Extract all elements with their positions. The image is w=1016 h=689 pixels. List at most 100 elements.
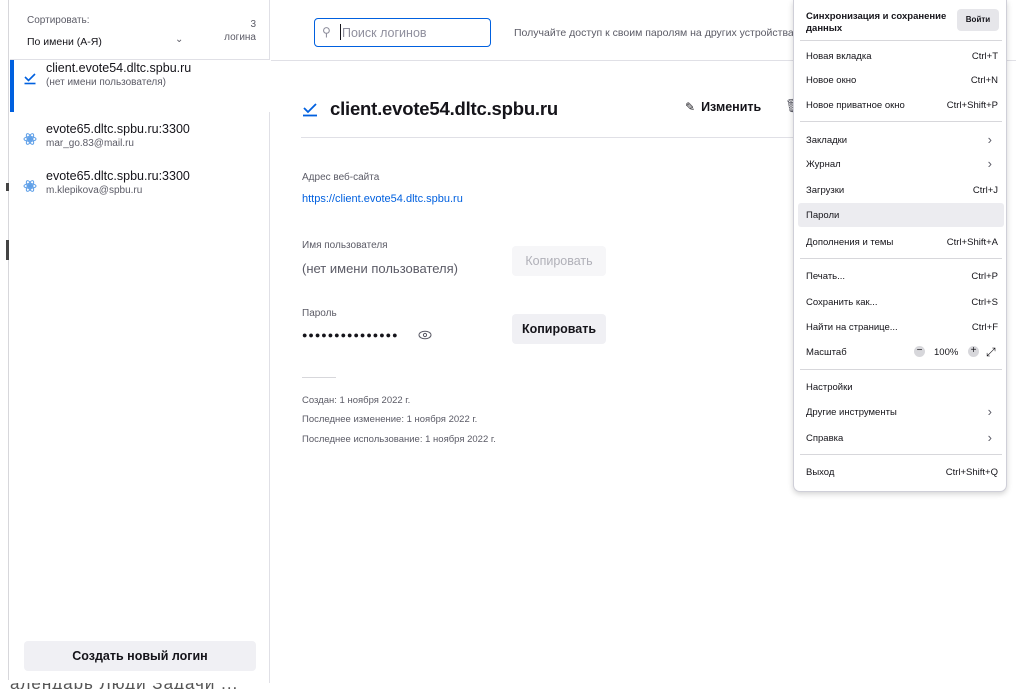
search-icon: ⚲ — [322, 25, 331, 39]
chevron-right-icon: › — [987, 430, 992, 445]
login-item-title: evote65.dltc.spbu.ru:3300 — [46, 122, 190, 136]
sort-select[interactable]: По имени (А-Я) — [27, 36, 102, 48]
menu-item-save-as[interactable]: Сохранить как... Ctrl+S — [798, 290, 1004, 314]
globe-icon — [23, 180, 37, 192]
sync-promo-text[interactable]: Получайте доступ к своим паролям на друг… — [514, 27, 799, 39]
menu-item-print[interactable]: Печать... Ctrl+P — [798, 264, 1004, 288]
login-item-username: m.klepikova@spbu.ru — [46, 185, 143, 196]
modified-date: Последнее изменение: 1 ноября 2022 г. — [302, 414, 478, 425]
password-label: Пароль — [302, 308, 337, 319]
search-placeholder: Поиск логинов — [342, 26, 427, 40]
eye-icon[interactable] — [418, 330, 432, 340]
login-list-item[interactable]: client.evote54.dltc.spbu.ru (нет имени п… — [10, 60, 270, 112]
menu-item-addons[interactable]: Дополнения и темы Ctrl+Shift+A — [798, 230, 1004, 254]
menu-item-shortcut: Ctrl+Shift+P — [946, 100, 998, 111]
menu-item-label: Другие инструменты — [806, 407, 897, 418]
menu-item-shortcut: Ctrl+P — [971, 271, 998, 282]
menu-item-passwords[interactable]: Пароли — [798, 203, 1004, 227]
menu-item-label: Дополнения и темы — [806, 237, 894, 248]
edit-button[interactable]: ✎ Изменить — [685, 100, 761, 114]
menu-item-label: Настройки — [806, 382, 853, 393]
login-item-username: (нет имени пользователя) — [46, 77, 167, 88]
chevron-down-icon: ⌄ — [175, 34, 184, 45]
menu-item-zoom: Масштаб − 100% + ⤢ — [798, 340, 1004, 364]
fullscreen-icon[interactable]: ⤢ — [986, 345, 996, 360]
menu-item-shortcut: Ctrl+J — [972, 185, 998, 196]
menu-separator — [800, 121, 1002, 122]
menu-separator — [800, 40, 1002, 41]
menu-separator — [800, 454, 1002, 455]
zoom-level[interactable]: 100% — [934, 347, 958, 358]
chevron-right-icon: › — [987, 156, 992, 171]
menu-item-label: Сохранить как... — [806, 297, 878, 308]
menu-item-shortcut: Ctrl+S — [971, 297, 998, 308]
pencil-icon: ✎ — [685, 100, 696, 114]
menu-item-label: Выход — [806, 467, 835, 478]
sync-title: Синхронизация и сохранение данных — [806, 11, 946, 35]
username-value: (нет имени пользователя) — [302, 261, 459, 276]
search-input[interactable]: ⚲ Поиск логинов — [314, 18, 491, 47]
menu-item-label: Печать... — [806, 271, 846, 282]
login-title: client.evote54.dltc.spbu.ru — [330, 98, 558, 119]
login-list-item[interactable]: evote65.dltc.spbu.ru:3300 m.klepikova@sp… — [10, 168, 270, 220]
password-value: ●●●●●●●●●●●●●●● — [302, 330, 399, 340]
login-count-word: логина — [224, 32, 256, 43]
copy-password-button[interactable]: Копировать — [512, 314, 606, 344]
sort-control[interactable]: Сортировать: По имени (А-Я) ⌄ 3 логина — [10, 0, 270, 60]
key-check-icon — [24, 73, 36, 85]
create-login-button[interactable]: Создать новый логин — [24, 641, 256, 671]
chevron-right-icon: › — [987, 404, 992, 419]
menu-item-shortcut: Ctrl+Shift+A — [946, 237, 998, 248]
globe-icon — [23, 133, 37, 145]
menu-item-quit[interactable]: Выход Ctrl+Shift+Q — [798, 460, 1004, 484]
menu-item-new-tab[interactable]: Новая вкладка Ctrl+T — [798, 44, 1004, 68]
chevron-right-icon: › — [987, 132, 992, 147]
menu-item-label: Пароли — [806, 210, 840, 221]
menu-item-help[interactable]: Справка › — [798, 426, 1004, 450]
menu-item-label: Загрузки — [806, 185, 845, 196]
login-count-number: 3 — [250, 19, 256, 30]
app-menu: Синхронизация и сохранение данных Войти … — [793, 0, 1007, 492]
sync-title-line: данных — [806, 23, 843, 34]
menu-item-label: Справка — [806, 433, 844, 444]
menu-item-history[interactable]: Журнал › — [798, 152, 1004, 176]
menu-item-new-window[interactable]: Новое окно Ctrl+N — [798, 68, 1004, 92]
meta-divider — [302, 377, 336, 378]
key-check-icon — [303, 103, 317, 117]
copy-username-button[interactable]: Копировать — [512, 246, 606, 276]
edge-mark — [6, 183, 9, 191]
login-item-title: evote65.dltc.spbu.ru:3300 — [46, 169, 190, 183]
menu-item-label: Новая вкладка — [806, 51, 872, 62]
zoom-out-button[interactable]: − — [914, 346, 925, 357]
menu-item-shortcut: Ctrl+T — [971, 51, 998, 62]
menu-item-more-tools[interactable]: Другие инструменты › — [798, 400, 1004, 424]
edge-mark — [6, 240, 9, 260]
menu-item-shortcut: Ctrl+F — [971, 322, 998, 333]
menu-item-bookmarks[interactable]: Закладки › — [798, 128, 1004, 152]
website-label: Адрес веб-сайта — [302, 172, 380, 183]
website-link[interactable]: https://client.evote54.dltc.spbu.ru — [302, 193, 463, 205]
menu-item-downloads[interactable]: Загрузки Ctrl+J — [798, 178, 1004, 202]
sync-title-line: Синхронизация и сохранение — [806, 11, 947, 22]
title-divider — [301, 137, 801, 138]
menu-item-private-window[interactable]: Новое приватное окно Ctrl+Shift+P — [798, 93, 1004, 117]
menu-separator — [800, 369, 1002, 370]
menu-separator — [800, 258, 1002, 259]
sign-in-button[interactable]: Войти — [957, 9, 999, 31]
menu-item-label: Масштаб — [806, 347, 847, 358]
menu-item-shortcut: Ctrl+Shift+Q — [945, 467, 998, 478]
login-count: 3 логина — [224, 18, 256, 44]
edit-label: Изменить — [701, 100, 762, 114]
menu-item-label: Новое приватное окно — [806, 100, 905, 111]
menu-item-label: Новое окно — [806, 75, 857, 86]
login-list-item[interactable]: evote65.dltc.spbu.ru:3300 mar_go.83@mail… — [10, 121, 270, 173]
menu-item-shortcut: Ctrl+N — [970, 75, 998, 86]
sort-label: Сортировать: — [27, 15, 90, 26]
created-date: Создан: 1 ноября 2022 г. — [302, 395, 411, 406]
menu-item-find[interactable]: Найти на странице... Ctrl+F — [798, 315, 1004, 339]
zoom-in-button[interactable]: + — [968, 346, 979, 357]
menu-item-label: Закладки — [806, 135, 848, 146]
menu-item-settings[interactable]: Настройки — [798, 375, 1004, 399]
username-label: Имя пользователя — [302, 240, 388, 251]
left-window-edge — [0, 0, 9, 689]
